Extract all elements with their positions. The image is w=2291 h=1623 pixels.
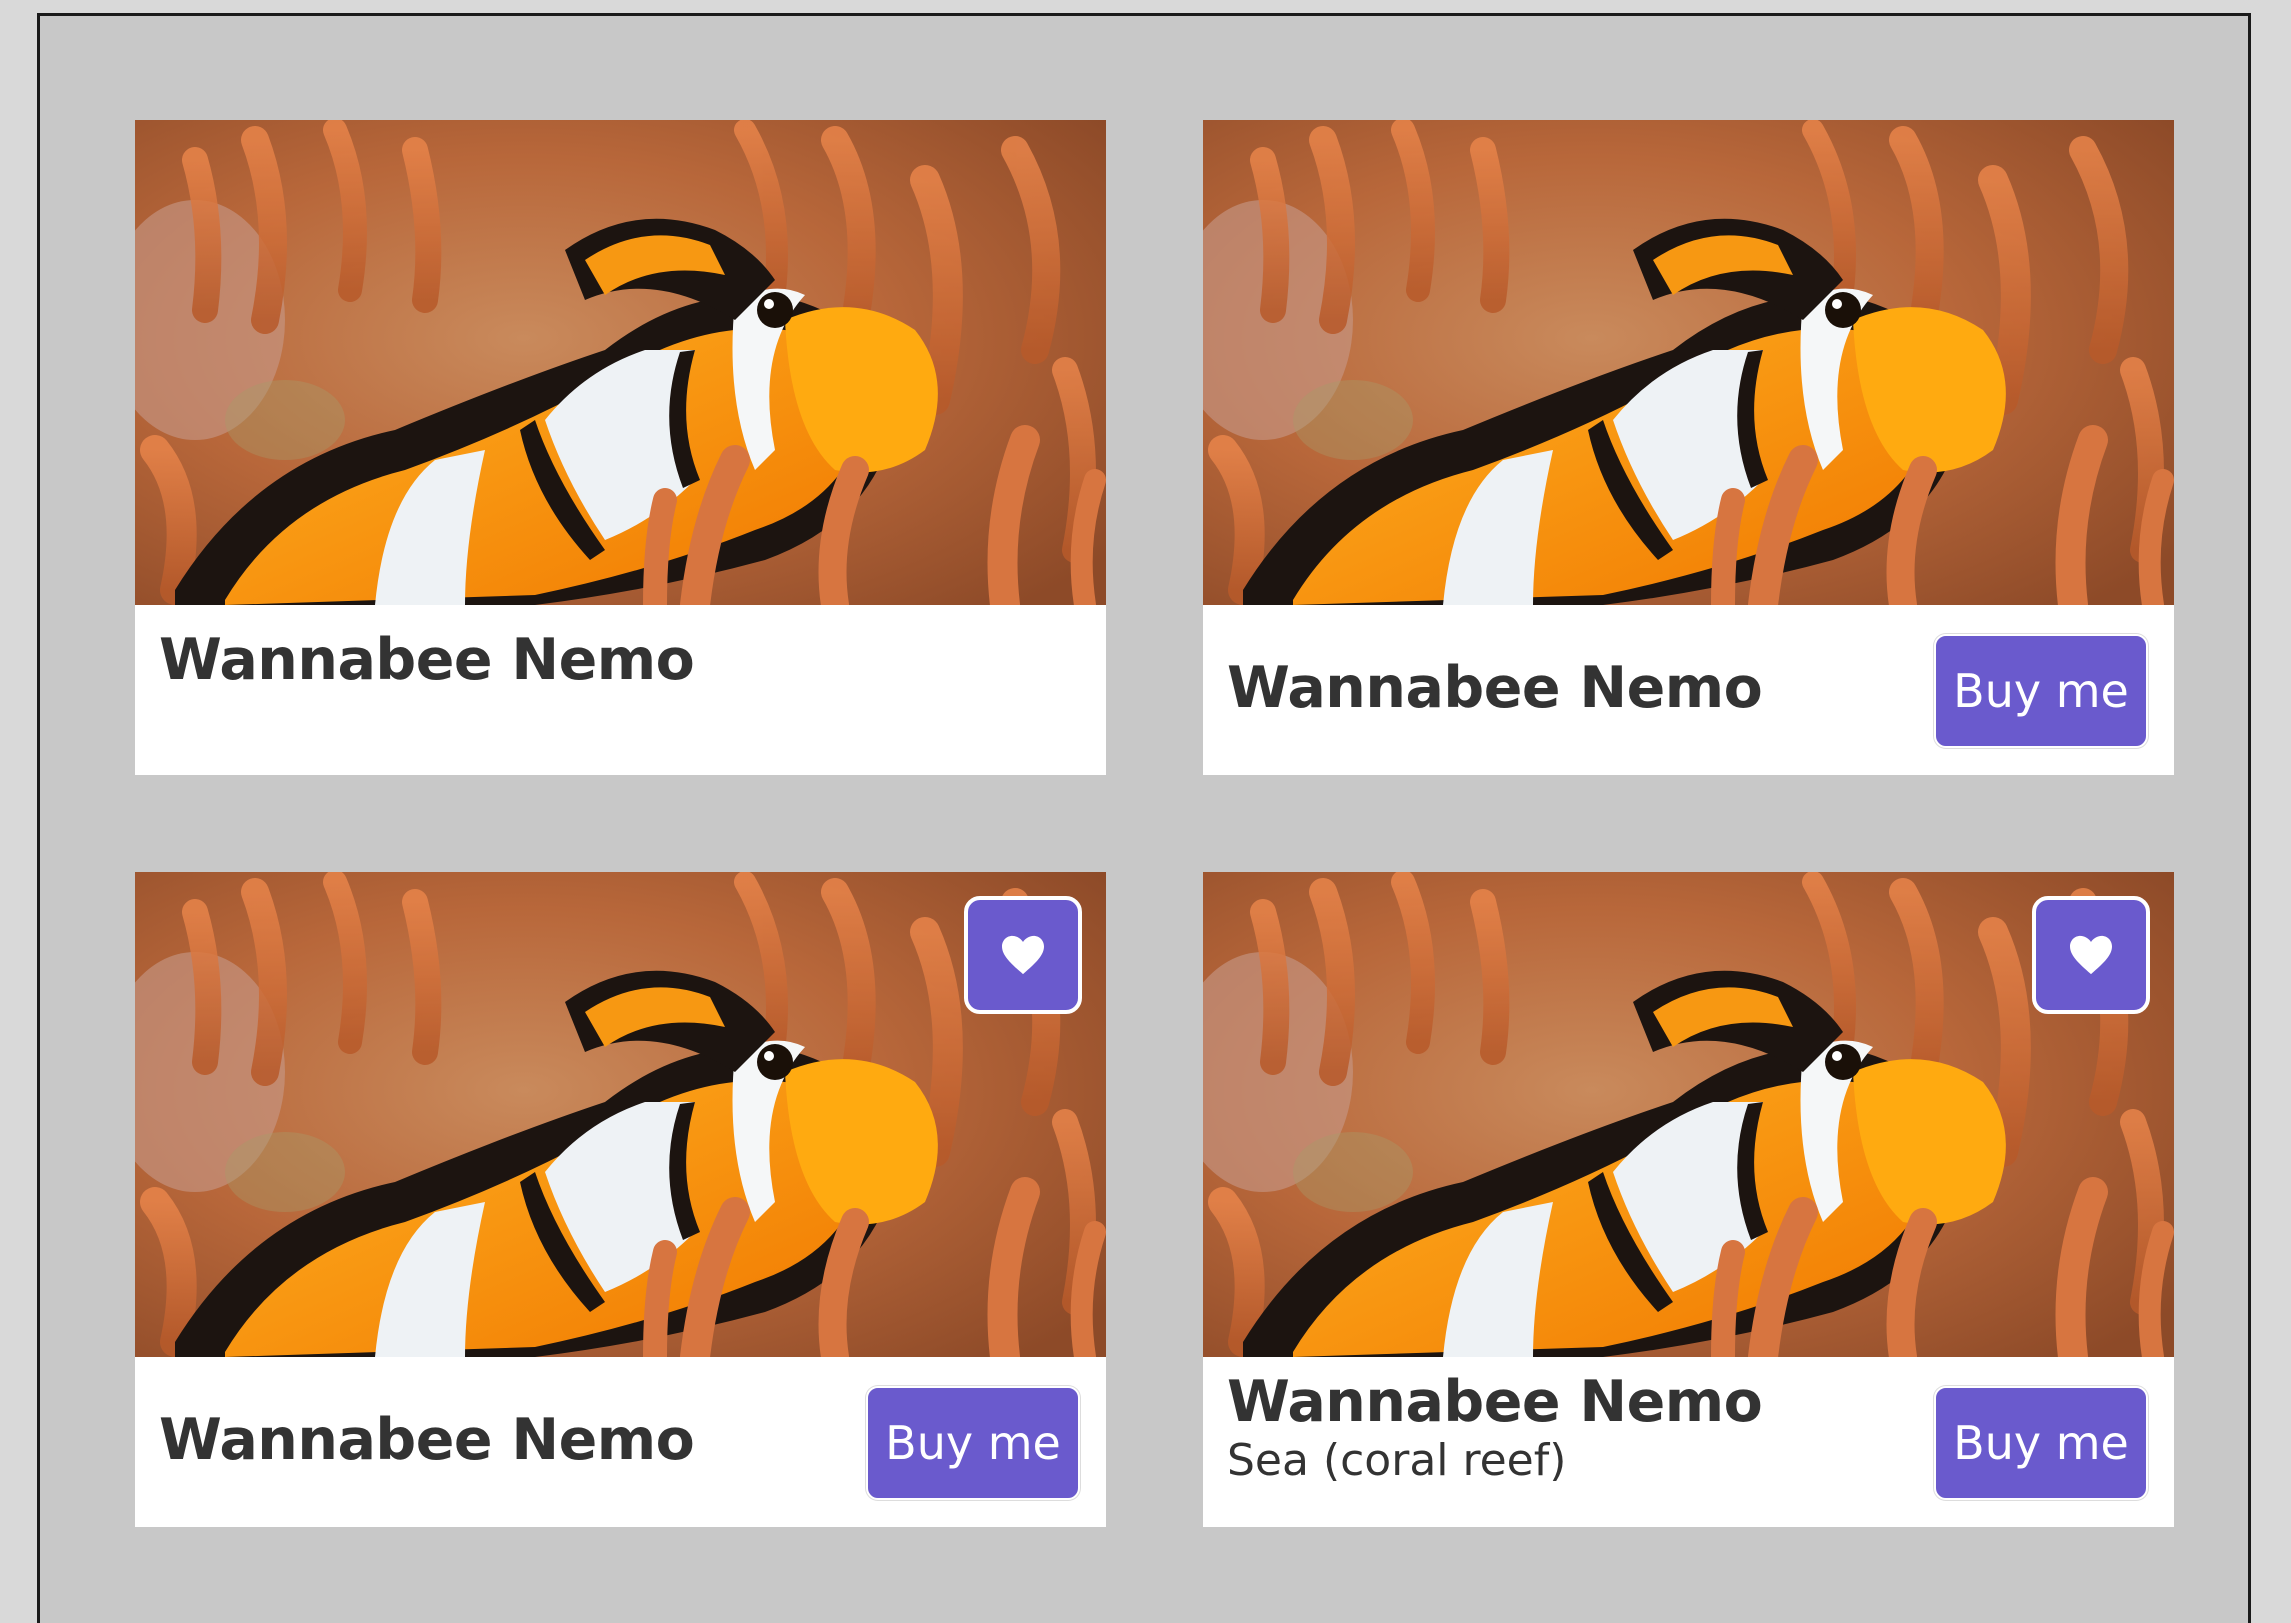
heart-icon [1002,935,1044,975]
clownfish-photo [135,120,1106,605]
card-title: Wannabee Nemo [159,627,695,693]
product-card: Wannabee Nemo Buy me [135,872,1106,1527]
card-info: Wannabee Nemo Buy me [135,1357,1106,1527]
canvas-frame: Wannabee Nemo Wannabee Nemo Buy me Wanna… [37,13,2251,1623]
buy-button[interactable]: Buy me [1934,634,2148,748]
card-info: Wannabee Nemo Sea (coral reef) Buy me [1203,1357,2174,1527]
clownfish-photo [1203,120,2174,605]
clownfish-photo [135,872,1106,1357]
product-card: Wannabee Nemo Buy me [1203,120,2174,775]
favorite-button[interactable] [964,896,1082,1014]
card-subtitle: Sea (coral reef) [1227,1435,1567,1486]
product-card: Wannabee Nemo Sea (coral reef) Buy me [1203,872,2174,1527]
card-info: Wannabee Nemo [135,605,1106,775]
card-title: Wannabee Nemo [159,1407,695,1473]
heart-icon [2070,935,2112,975]
favorite-button[interactable] [2032,896,2150,1014]
buy-button[interactable]: Buy me [1934,1386,2148,1500]
clownfish-photo [1203,872,2174,1357]
card-info: Wannabee Nemo Buy me [1203,605,2174,775]
buy-button[interactable]: Buy me [866,1386,1080,1500]
card-title: Wannabee Nemo [1227,1369,1763,1435]
product-card: Wannabee Nemo [135,120,1106,775]
card-title: Wannabee Nemo [1227,655,1763,721]
